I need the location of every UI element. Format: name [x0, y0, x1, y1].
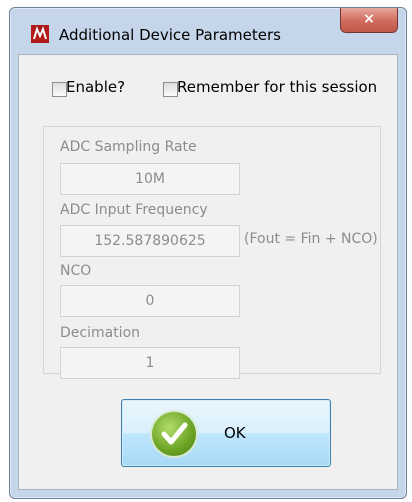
frequency-formula-hint: (Fout = Fin + NCO) [244, 231, 378, 247]
window-title: Additional Device Parameters [59, 26, 281, 44]
remember-label: Remember for this session [177, 78, 378, 96]
app-icon [31, 25, 49, 43]
ok-button-label: OK [224, 424, 246, 442]
remember-checkbox[interactable] [163, 82, 178, 97]
adc-sampling-rate-field[interactable]: 10M [60, 163, 240, 195]
close-button[interactable]: × [340, 8, 398, 33]
enable-checkbox[interactable] [52, 82, 67, 97]
decimation-label: Decimation [60, 325, 141, 341]
enable-label: Enable? [66, 78, 126, 96]
ok-button[interactable]: OK [121, 399, 331, 467]
parameters-group: ADC Sampling Rate 10M ADC Input Frequenc… [43, 126, 381, 379]
adc-sampling-rate-label: ADC Sampling Rate [60, 139, 197, 155]
decimation-field[interactable]: 1 [60, 347, 240, 379]
nco-label: NCO [60, 263, 92, 279]
adc-input-frequency-label: ADC Input Frequency [60, 202, 208, 218]
dialog-content: Enable? Remember for this session ADC Sa… [18, 54, 398, 490]
checkmark-icon [152, 412, 196, 456]
nco-field[interactable]: 0 [60, 285, 240, 317]
title-bar[interactable]: Additional Device Parameters × [10, 8, 406, 52]
dialog-window: Additional Device Parameters × Enable? R… [9, 7, 407, 499]
adc-input-frequency-field[interactable]: 152.587890625 [60, 225, 240, 257]
close-icon: × [363, 11, 375, 27]
